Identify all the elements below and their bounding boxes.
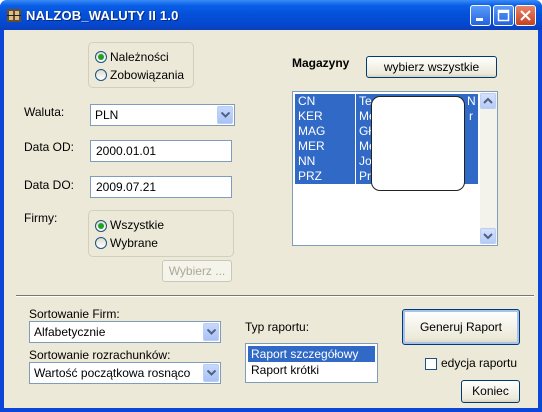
- radio-wybrane-label[interactable]: Wybrane: [110, 236, 158, 250]
- radio-zobowiazania[interactable]: [95, 69, 107, 81]
- window-title: NALZOB_WALUTY II 1.0: [26, 8, 179, 23]
- edit-report-label[interactable]: edycja raportu: [441, 356, 517, 370]
- report-type-list[interactable]: Raport szczegółowy Raport krótki: [245, 343, 378, 383]
- warehouse-code: NN: [295, 154, 355, 169]
- radio-wszystkie-label[interactable]: Wszystkie: [110, 218, 164, 232]
- sort-settlements-label: Sortowanie rozrachunków:: [29, 348, 171, 362]
- close-window-button[interactable]: [515, 5, 536, 26]
- warehouse-code: MAG: [295, 124, 355, 139]
- report-type-option-detailed[interactable]: Raport szczegółowy: [248, 346, 375, 362]
- close-icon: [520, 10, 531, 21]
- app-window: NALZOB_WALUTY II 1.0 Należności Zobowiąz…: [0, 0, 542, 412]
- sort-firms-value: Alfabetycznie: [34, 325, 106, 339]
- minimize-button[interactable]: [470, 5, 491, 26]
- chevron-down-icon[interactable]: [203, 364, 219, 382]
- redaction-box: [371, 96, 465, 191]
- currency-select[interactable]: PLN: [90, 104, 235, 126]
- warehouses-list[interactable]: CN Te KER Me MAG Gł MER Me NN Jo PRZ Pr: [292, 91, 498, 246]
- date-to-field[interactable]: 2009.07.21: [90, 176, 232, 198]
- scroll-up-button[interactable]: [480, 93, 496, 109]
- currency-label: Waluta:: [24, 105, 65, 119]
- chevron-down-icon[interactable]: [203, 323, 219, 341]
- select-all-warehouses-button[interactable]: wybierz wszystkie: [366, 56, 497, 78]
- warehouse-code: MER: [295, 139, 355, 154]
- radio-wybrane[interactable]: [95, 237, 107, 249]
- edit-report-checkbox[interactable]: [425, 358, 437, 370]
- client-area: Należności Zobowiązania Waluta: PLN Data…: [4, 30, 538, 408]
- chevron-up-icon: [483, 97, 493, 104]
- radio-wszystkie[interactable]: [95, 220, 107, 232]
- sort-firms-label: Sortowanie Firm:: [29, 307, 120, 321]
- warehouse-code: CN: [295, 94, 355, 109]
- report-type-label: Typ raportu:: [245, 320, 310, 334]
- minimize-icon: [476, 18, 483, 21]
- scroll-down-button[interactable]: [480, 228, 496, 244]
- close-app-button[interactable]: Koniec: [461, 380, 520, 403]
- report-type-option-short[interactable]: Raport krótki: [248, 362, 375, 378]
- title-bar[interactable]: NALZOB_WALUTY II 1.0: [0, 0, 542, 30]
- warehouses-scrollbar[interactable]: [480, 93, 497, 244]
- date-to-label: Data DO:: [24, 178, 75, 192]
- radio-naleznosci-label[interactable]: Należności: [110, 50, 169, 64]
- chevron-down-icon[interactable]: [217, 106, 233, 124]
- sort-settlements-select[interactable]: Wartość początkowa rosnąco: [29, 362, 221, 384]
- maximize-icon: [497, 9, 510, 22]
- radio-naleznosci[interactable]: [95, 51, 107, 63]
- warehouse-extra: N: [467, 94, 476, 108]
- generate-report-button[interactable]: Generuj Raport: [402, 309, 520, 345]
- warehouse-code: KER: [295, 109, 355, 124]
- radio-zobowiazania-label[interactable]: Zobowiązania: [110, 68, 184, 82]
- firms-label: Firmy:: [24, 211, 58, 225]
- sort-settlements-value: Wartość początkowa rosnąco: [34, 366, 191, 380]
- warehouse-code: PRZ: [295, 169, 355, 184]
- chevron-down-icon: [483, 233, 493, 240]
- date-from-field[interactable]: 2000.01.01: [90, 140, 232, 162]
- date-from-label: Data OD:: [24, 140, 75, 154]
- app-icon: [7, 9, 21, 22]
- warehouses-label: Magazyny: [292, 56, 350, 70]
- choose-firms-button[interactable]: Wybierz ...: [162, 260, 232, 282]
- separator-highlight: [16, 296, 534, 297]
- currency-value: PLN: [95, 108, 119, 122]
- sort-firms-select[interactable]: Alfabetycznie: [29, 321, 221, 343]
- warehouse-extra: r: [469, 109, 473, 123]
- maximize-button[interactable]: [493, 5, 514, 26]
